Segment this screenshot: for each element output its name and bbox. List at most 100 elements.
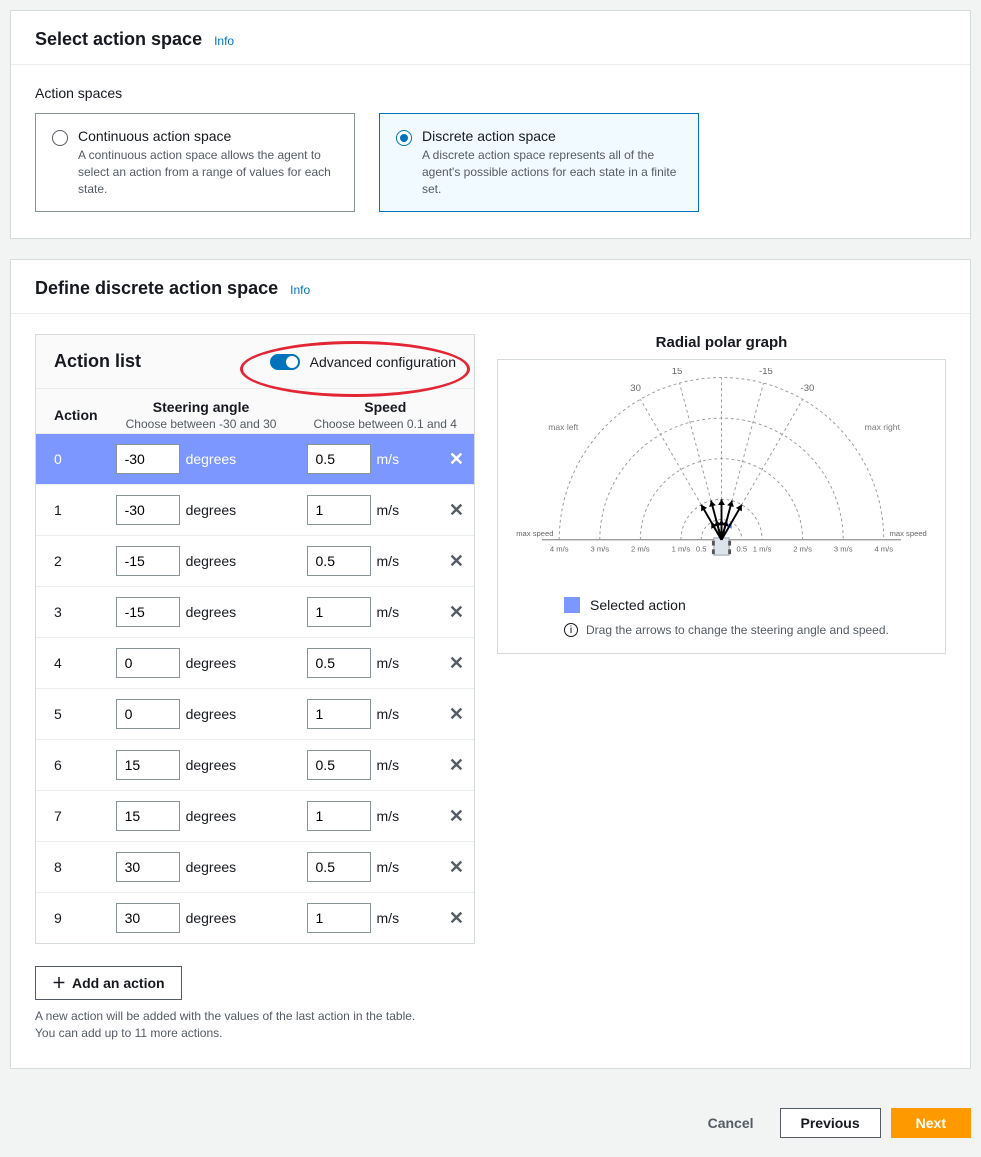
speed-input[interactable] (307, 648, 371, 678)
info-link[interactable]: Info (290, 283, 310, 297)
action-row[interactable]: 4degreesm/s✕ (36, 638, 474, 689)
delete-action-icon[interactable]: ✕ (449, 653, 464, 673)
steering-input[interactable] (116, 597, 180, 627)
add-action-hint: A new action will be added with the valu… (35, 1008, 475, 1042)
wizard-footer: Cancel Previous Next (10, 1089, 971, 1147)
ms-unit: m/s (377, 910, 400, 926)
svg-text:0.5: 0.5 (736, 545, 747, 554)
action-list-title: Action list (54, 351, 141, 372)
ms-unit: m/s (377, 706, 400, 722)
ms-unit: m/s (377, 859, 400, 875)
legend: Selected action (564, 597, 939, 613)
svg-text:max speed: max speed (516, 529, 553, 538)
continuous-action-space-option[interactable]: Continuous action space A continuous act… (35, 113, 355, 212)
steering-input[interactable] (116, 852, 180, 882)
action-row[interactable]: 3 degrees m/s ✕ (36, 587, 474, 638)
degrees-unit: degrees (186, 655, 237, 671)
advanced-config-label: Advanced configuration (310, 354, 456, 370)
add-action-button[interactable]: ＋ Add an action (35, 966, 182, 1000)
graph-hint: i Drag the arrows to change the steering… (564, 623, 939, 637)
cancel-button[interactable]: Cancel (692, 1107, 770, 1139)
steering-input[interactable] (116, 546, 180, 576)
panel-title: Select action space (35, 29, 202, 50)
delete-action-icon[interactable]: ✕ (449, 602, 464, 622)
action-index: 0 (36, 434, 106, 485)
option-desc: A discrete action space represents all o… (422, 147, 682, 197)
delete-action-icon[interactable]: ✕ (449, 500, 464, 520)
action-row[interactable]: 9 degrees m/s ✕ (36, 893, 474, 944)
col-steering: Steering angle Choose between -30 and 30 (106, 389, 297, 434)
delete-action-icon[interactable]: ✕ (449, 704, 464, 724)
ms-unit: m/s (377, 757, 400, 773)
speed-input[interactable] (307, 750, 371, 780)
speed-input[interactable] (307, 801, 371, 831)
degrees-unit: degrees (186, 859, 237, 875)
speed-input[interactable] (307, 903, 371, 933)
delete-action-icon[interactable]: ✕ (449, 908, 464, 928)
action-list-box: Action list Advanced configuration Actio… (35, 334, 475, 944)
svg-text:1 m/s: 1 m/s (672, 545, 691, 554)
speed-input[interactable] (307, 699, 371, 729)
svg-text:3 m/s: 3 m/s (834, 545, 853, 554)
svg-text:30: 30 (630, 383, 641, 394)
delete-action-icon[interactable]: ✕ (449, 806, 464, 826)
delete-action-icon[interactable]: ✕ (449, 551, 464, 571)
radial-polar-graph[interactable]: 30150-15-30max leftmax right4 m/s4 m/s3 … (504, 368, 939, 578)
action-index: 8 (36, 842, 106, 893)
radial-graph-box: 30150-15-30max leftmax right4 m/s4 m/s3 … (497, 359, 946, 654)
action-index: 3 (36, 587, 106, 638)
ms-unit: m/s (377, 451, 400, 467)
steering-input[interactable] (116, 801, 180, 831)
svg-text:1 m/s: 1 m/s (753, 545, 772, 554)
svg-text:15: 15 (672, 368, 683, 377)
discrete-action-space-option[interactable]: Discrete action space A discrete action … (379, 113, 699, 212)
svg-text:max right: max right (865, 422, 901, 432)
next-button[interactable]: Next (891, 1108, 971, 1138)
previous-button[interactable]: Previous (780, 1108, 881, 1138)
steering-input[interactable] (116, 903, 180, 933)
degrees-unit: degrees (186, 757, 237, 773)
col-speed: Speed Choose between 0.1 and 4 (297, 389, 474, 434)
degrees-unit: degrees (186, 910, 237, 926)
steering-input[interactable] (116, 750, 180, 780)
speed-input[interactable] (307, 597, 371, 627)
info-icon: i (564, 623, 578, 637)
action-row[interactable]: 7degreesm/s✕ (36, 791, 474, 842)
panel-header: Define discrete action space Info (11, 260, 970, 314)
graph-title: Radial polar graph (497, 334, 946, 351)
speed-input[interactable] (307, 852, 371, 882)
action-row[interactable]: 6degreesm/s✕ (36, 740, 474, 791)
speed-input[interactable] (307, 546, 371, 576)
action-row[interactable]: 8 degrees m/s ✕ (36, 842, 474, 893)
ms-unit: m/s (377, 808, 400, 824)
action-index: 7 (36, 791, 106, 842)
svg-text:4 m/s: 4 m/s (874, 545, 893, 554)
speed-input[interactable] (307, 444, 371, 474)
action-row[interactable]: 2degreesm/s✕ (36, 536, 474, 587)
svg-text:-30: -30 (801, 383, 815, 394)
info-link[interactable]: Info (214, 34, 234, 48)
action-index: 4 (36, 638, 106, 689)
define-action-space-panel: Define discrete action space Info Action… (10, 259, 971, 1069)
degrees-unit: degrees (186, 604, 237, 620)
steering-input[interactable] (116, 444, 180, 474)
speed-input[interactable] (307, 495, 371, 525)
ms-unit: m/s (377, 604, 400, 620)
delete-action-icon[interactable]: ✕ (449, 755, 464, 775)
action-row[interactable]: 0degreesm/s✕ (36, 434, 474, 485)
svg-text:0: 0 (719, 368, 724, 371)
action-row[interactable]: 1degreesm/s✕ (36, 485, 474, 536)
advanced-config-toggle[interactable] (270, 354, 300, 370)
steering-input[interactable] (116, 699, 180, 729)
action-spaces-label: Action spaces (35, 85, 946, 101)
action-row[interactable]: 5degreesm/s✕ (36, 689, 474, 740)
action-index: 2 (36, 536, 106, 587)
delete-action-icon[interactable]: ✕ (449, 857, 464, 877)
steering-input[interactable] (116, 648, 180, 678)
svg-text:0.5: 0.5 (696, 545, 707, 554)
svg-text:4 m/s: 4 m/s (550, 545, 569, 554)
steering-input[interactable] (116, 495, 180, 525)
degrees-unit: degrees (186, 502, 237, 518)
action-index: 9 (36, 893, 106, 944)
delete-action-icon[interactable]: ✕ (449, 449, 464, 469)
